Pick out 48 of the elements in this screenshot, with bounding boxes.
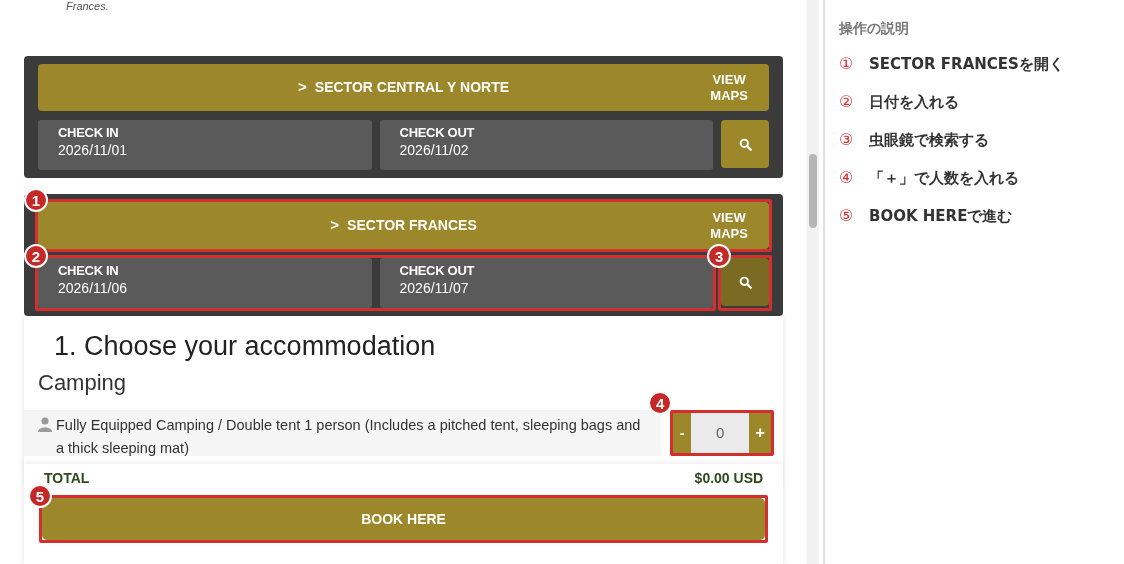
search-button[interactable] [721, 120, 770, 168]
sector-name: SECTOR CENTRAL Y NORTE [314, 78, 510, 97]
decrease-button[interactable]: - [673, 413, 692, 453]
field-label: CHECK IN [58, 125, 120, 141]
total-value: $0.00 USD [694, 469, 764, 488]
instructions-title: 操作の説明 [839, 19, 911, 38]
field-value: 2026/11/02 [399, 141, 470, 159]
field-label: CHECK IN [58, 263, 120, 279]
step-text: 日付を入れる [869, 91, 960, 113]
step-text: BOOK HEREで進む [869, 205, 1013, 227]
step-number: ③ [839, 129, 855, 151]
step-number: ① [839, 53, 855, 75]
search-icon [738, 137, 752, 151]
field-value: 2026/11/07 [399, 279, 470, 297]
search-icon [738, 275, 752, 289]
date-field[interactable]: CHECK IN 2026/11/01 [38, 120, 372, 170]
date-field[interactable]: CHECK OUT 2026/11/02 [379, 120, 714, 170]
field-value: 2026/11/06 [58, 279, 129, 297]
view-maps-link[interactable]: VIEW MAPS [707, 209, 752, 242]
quantity-field[interactable]: 0 [691, 413, 750, 453]
view-maps-link[interactable]: VIEW MAPS [707, 71, 752, 104]
step-badge: 4 [648, 391, 673, 415]
sector-header[interactable]: > SECTOR CENTRAL Y NORTE VIEW MAPS [38, 64, 770, 111]
item-description: Fully Equipped Camping / Double tent 1 person (Includes a pitched tent, sleeping bags and a thick sleeping mat) [56, 416, 642, 458]
intro-text: Frances. [65, 0, 110, 12]
category-heading: Camping [37, 370, 128, 396]
step-text: SECTOR FRANCESを開く [869, 53, 1064, 75]
field-label: CHECK OUT [399, 263, 476, 279]
step-text: 「＋」で人数を入れる [869, 167, 1020, 189]
field-value: 2026/11/01 [58, 141, 129, 159]
step-badge: 5 [28, 484, 52, 508]
step-badge: 2 [24, 244, 48, 268]
search-button[interactable] [721, 258, 770, 306]
section-heading: 1. Choose your accommodation [53, 330, 437, 362]
field-label: CHECK OUT [399, 125, 476, 141]
chevron-icon: > [330, 214, 340, 237]
step-number: ④ [839, 167, 855, 189]
date-field[interactable]: CHECK OUT 2026/11/07 [379, 258, 714, 308]
step-number: ② [839, 91, 855, 113]
increase-button[interactable]: + [749, 413, 772, 453]
scrollbar-thumb[interactable] [809, 154, 818, 228]
person-icon [38, 417, 52, 432]
step-badge: 1 [24, 188, 48, 212]
step-text: 虫眼鏡で検索する [869, 129, 990, 151]
chevron-icon: > [298, 76, 307, 99]
scrollbar[interactable] [807, 0, 820, 564]
step-number: ⑤ [839, 205, 855, 227]
sector-name: SECTOR FRANCES [347, 216, 477, 235]
